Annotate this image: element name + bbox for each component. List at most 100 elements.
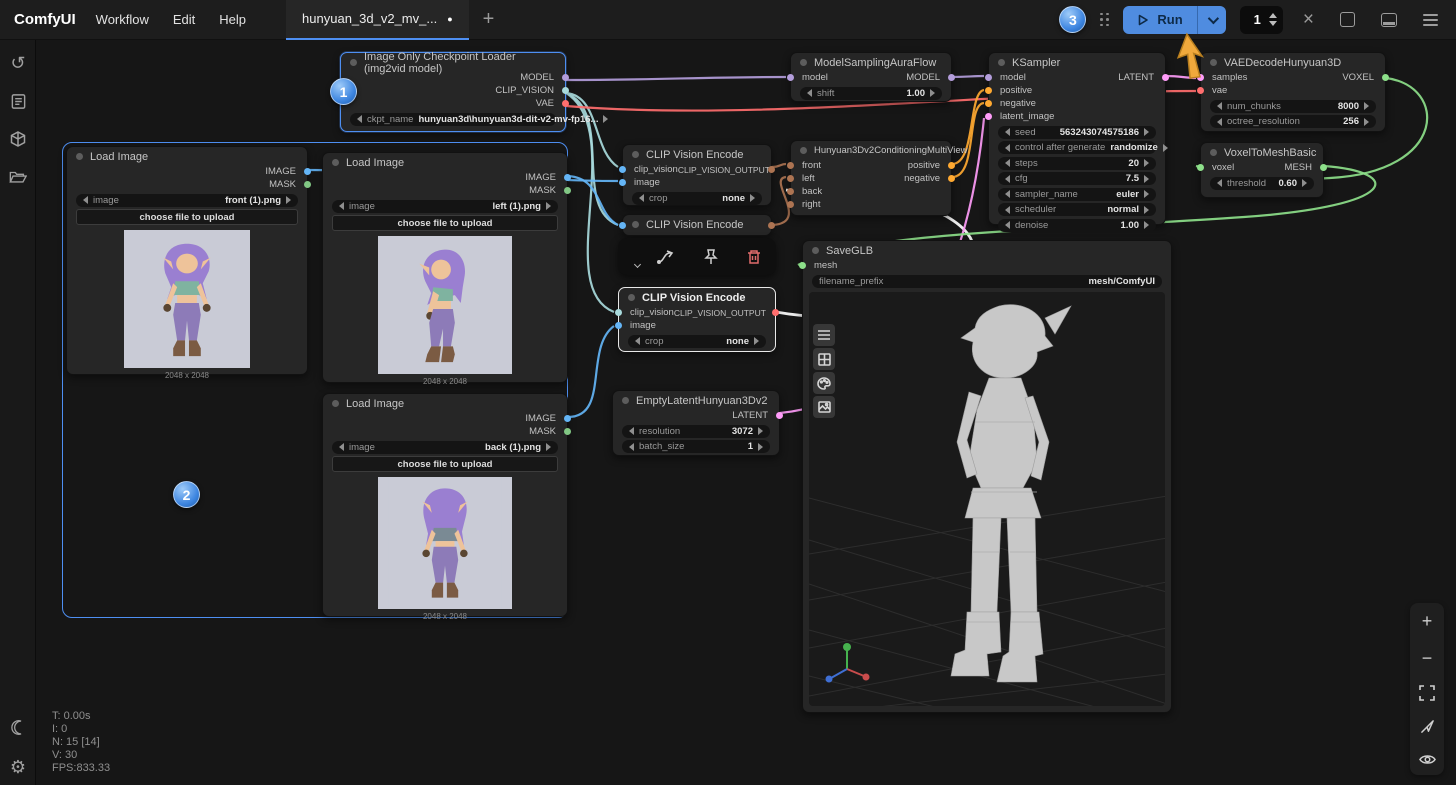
node-load-image-front[interactable]: Load Image IMAGE MASK imagefront (1).png… [66, 146, 308, 375]
output-slot-clip-vision-output[interactable] [772, 309, 779, 316]
next-arrow-icon[interactable] [1144, 159, 1149, 167]
output-slot-image[interactable] [564, 415, 571, 422]
menu-edit[interactable]: Edit [173, 12, 219, 27]
node-clip-vision-encode-3[interactable]: CLIP Vision Encode clip_visionCLIP_VISIO… [618, 287, 776, 352]
pin-node-button[interactable] [702, 248, 720, 266]
node-vae-decode-hunyuan3d[interactable]: VAEDecodeHunyuan3D samplesVOXEL vae num_… [1200, 52, 1386, 132]
toggle-link-visibility-button[interactable] [1419, 753, 1436, 766]
node-clip-vision-encode-2-collapsed[interactable]: CLIP Vision Encode [622, 214, 772, 236]
output-slot-latent[interactable] [776, 412, 783, 419]
widget-shift[interactable]: shift1.00 [800, 87, 942, 100]
widget-octree-resolution[interactable]: octree_resolution256 [1210, 115, 1376, 128]
prev-arrow-icon[interactable] [1217, 118, 1222, 126]
model-library-button[interactable] [0, 124, 36, 154]
widget-image-file[interactable]: imagefront (1).png [76, 194, 298, 207]
input-slot-model[interactable] [985, 74, 992, 81]
next-arrow-icon[interactable] [286, 196, 291, 204]
widget-ckpt-name[interactable]: ckpt_namehunyuan3d\hunyuan3d-dit-v2-mv-f… [350, 113, 556, 126]
prev-arrow-icon[interactable] [357, 115, 362, 123]
node-voxel-to-mesh-basic[interactable]: VoxelToMeshBasic voxelMESH threshold0.60 [1200, 142, 1324, 198]
choose-file-button[interactable]: choose file to upload [76, 209, 298, 225]
run-options-dropdown[interactable] [1198, 6, 1226, 34]
next-arrow-icon[interactable] [750, 194, 755, 202]
output-slot-image[interactable] [564, 174, 571, 181]
prev-arrow-icon[interactable] [1005, 190, 1010, 198]
collapsed-input-slot[interactable] [619, 222, 626, 229]
output-slot-clip-vision[interactable] [562, 87, 569, 94]
input-slot-model[interactable] [787, 74, 794, 81]
prev-arrow-icon[interactable] [83, 196, 88, 204]
collapsed-output-slot[interactable] [768, 222, 775, 229]
viewport-material-button[interactable] [813, 372, 835, 394]
widget-filename-prefix[interactable]: filename_prefixmesh/ComfyUI [812, 275, 1162, 288]
decrement-icon[interactable] [1269, 21, 1277, 26]
input-slot-back[interactable] [787, 188, 794, 195]
drag-handle-icon[interactable] [1100, 13, 1109, 27]
prev-arrow-icon[interactable] [1217, 179, 1222, 187]
widget-image-file[interactable]: imageleft (1).png [332, 200, 558, 213]
prev-arrow-icon[interactable] [629, 443, 634, 451]
prev-arrow-icon[interactable] [1005, 159, 1010, 167]
widget-denoise[interactable]: denoise1.00 [998, 219, 1156, 232]
choose-file-button[interactable]: choose file to upload [332, 215, 558, 231]
queue-history-button[interactable]: ↺ [0, 48, 36, 78]
widget-sampler-name[interactable]: sampler_nameeuler [998, 188, 1156, 201]
widget-threshold[interactable]: threshold0.60 [1210, 177, 1314, 190]
next-arrow-icon[interactable] [1144, 190, 1149, 198]
prev-arrow-icon[interactable] [339, 202, 344, 210]
viewport-grid-button[interactable] [813, 348, 835, 370]
bypass-node-button[interactable] [656, 247, 676, 267]
output-slot-mask[interactable] [304, 181, 311, 188]
prev-arrow-icon[interactable] [1005, 175, 1010, 183]
prev-arrow-icon[interactable] [1005, 221, 1010, 229]
output-slot-model[interactable] [948, 74, 955, 81]
prev-arrow-icon[interactable] [1005, 206, 1010, 214]
widget-crop[interactable]: cropnone [632, 192, 762, 205]
input-slot-negative[interactable] [985, 100, 992, 107]
widget-batch-size[interactable]: batch_size1 [622, 440, 770, 453]
prev-arrow-icon[interactable] [635, 337, 640, 345]
next-arrow-icon[interactable] [546, 202, 551, 210]
select-mode-button[interactable] [1420, 719, 1435, 734]
next-arrow-icon[interactable] [758, 427, 763, 435]
output-slot-model[interactable] [562, 74, 569, 81]
workflows-folder-button[interactable] [0, 162, 36, 192]
mesh-3d-viewport[interactable] [809, 292, 1165, 706]
menu-button[interactable] [1423, 14, 1438, 26]
settings-button[interactable]: ⚙ [0, 752, 36, 782]
input-slot-front[interactable] [787, 162, 794, 169]
viewport-menu-button[interactable] [813, 324, 835, 346]
input-slot-right[interactable] [787, 201, 794, 208]
output-slot-clip-vision-output[interactable] [768, 166, 775, 173]
output-slot-vae[interactable] [562, 100, 569, 107]
input-slot-clip-vision[interactable] [615, 309, 622, 316]
new-workflow-tab-button[interactable]: + [469, 8, 509, 31]
input-slot-positive[interactable] [985, 87, 992, 94]
input-slot-left[interactable] [787, 175, 794, 182]
node-model-sampling-auraflow[interactable]: ModelSamplingAuraFlow modelMODEL shift1.… [790, 52, 952, 102]
input-slot-latent-image[interactable] [985, 113, 992, 120]
stop-button[interactable] [1340, 12, 1355, 27]
widget-scheduler[interactable]: schedulernormal [998, 203, 1156, 216]
run-button[interactable]: Run [1123, 6, 1225, 34]
output-slot-image[interactable] [304, 168, 311, 175]
increment-icon[interactable] [1269, 13, 1277, 18]
node-library-button[interactable] [0, 86, 36, 116]
widget-crop[interactable]: cropnone [628, 335, 766, 348]
bottom-panel-toggle-button[interactable] [1381, 13, 1397, 27]
interrupt-button[interactable]: × [1297, 10, 1320, 29]
input-slot-clip-vision[interactable] [619, 166, 626, 173]
input-slot-voxel[interactable] [1197, 164, 1204, 171]
prev-arrow-icon[interactable] [339, 443, 344, 451]
next-arrow-icon[interactable] [1302, 179, 1307, 187]
widget-resolution[interactable]: resolution3072 [622, 425, 770, 438]
node-load-image-back[interactable]: Load Image IMAGE MASK imageback (1).png … [322, 393, 568, 617]
node-load-image-left[interactable]: Load Image IMAGE MASK imageleft (1).png … [322, 152, 568, 383]
widget-control-after-generate[interactable]: control after generaterandomize [998, 141, 1156, 154]
node-save-glb[interactable]: SaveGLB mesh filename_prefixmesh/ComfyUI [802, 240, 1172, 713]
next-arrow-icon[interactable] [758, 443, 763, 451]
zoom-out-button[interactable]: − [1422, 649, 1433, 667]
prev-arrow-icon[interactable] [1005, 144, 1010, 152]
node-empty-latent-hunyuan3d[interactable]: EmptyLatentHunyuan3Dv2 LATENT resolution… [612, 390, 780, 456]
delete-node-button[interactable] [745, 248, 763, 266]
